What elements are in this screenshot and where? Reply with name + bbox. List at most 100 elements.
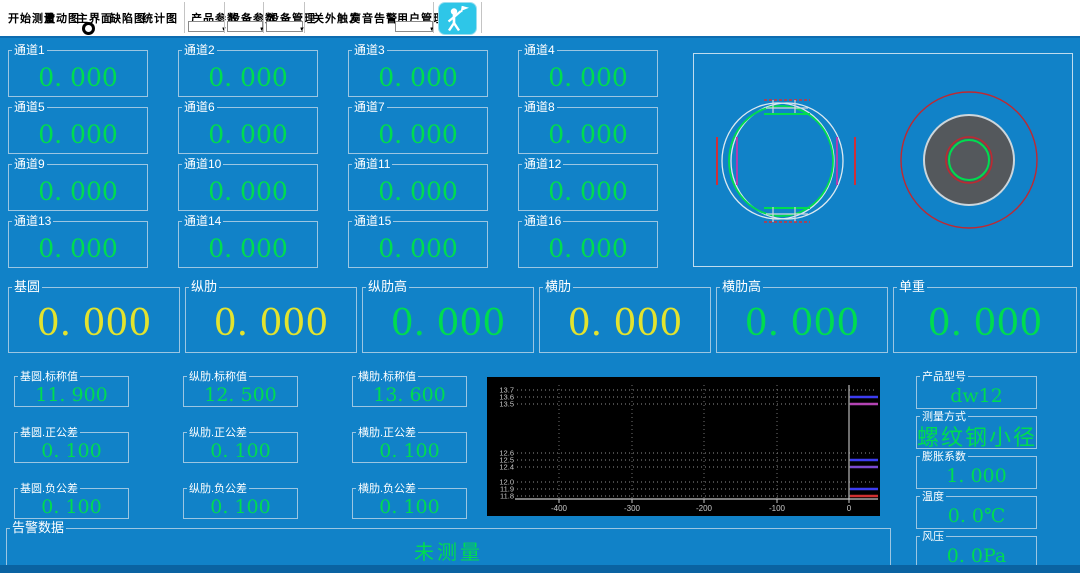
channel-value: 0. 000	[9, 51, 147, 96]
metric-value: 0. 000	[9, 288, 179, 352]
metric-label: 基圆	[12, 280, 42, 294]
svg-text:-100: -100	[769, 504, 786, 513]
param-box: 基圆.负公差0. 100	[14, 488, 129, 519]
channel-label: 通道5	[12, 100, 47, 114]
alarm-panel: 告警数据 未测量	[6, 528, 891, 566]
alarm-label: 告警数据	[10, 521, 66, 535]
param-box: 基圆.标称值11. 900	[14, 376, 129, 407]
channel-box: 通道50. 000	[8, 107, 148, 154]
toolbar-separator	[263, 2, 264, 33]
channel-value: 0. 000	[9, 165, 147, 210]
param-label: 纵肋.标称值	[187, 370, 249, 384]
channel-label: 通道16	[522, 214, 563, 228]
channel-value: 0. 000	[519, 165, 657, 210]
param-label: 纵肋.负公差	[187, 482, 249, 496]
channel-box: 通道30. 000	[348, 50, 488, 97]
channel-value: 0. 000	[179, 222, 317, 267]
channel-label: 通道14	[182, 214, 223, 228]
svg-text:-300: -300	[624, 504, 641, 513]
channel-box: 通道150. 000	[348, 221, 488, 268]
toolbar: 开始测量 波动图 主界面 缺陷图 统计图 产品参数 ▾ 设备参数 ▾ 设备管理 …	[0, 0, 1080, 38]
product-model-label: 产品型号	[920, 370, 968, 384]
channel-box: 通道80. 000	[518, 107, 658, 154]
channel-value: 0. 000	[9, 222, 147, 267]
device-manage-combo[interactable]: ▾	[266, 21, 303, 32]
channel-box: 通道130. 000	[8, 221, 148, 268]
svg-text:12.4: 12.4	[499, 463, 514, 472]
channel-value: 0. 000	[519, 222, 657, 267]
metric-box: 纵肋0. 000	[185, 287, 357, 353]
channel-label: 通道7	[352, 100, 387, 114]
metric-box: 纵肋高0. 000	[362, 287, 534, 353]
person-flag-icon-button[interactable]	[438, 2, 477, 35]
svg-text:13.5: 13.5	[499, 400, 514, 409]
metric-box: 单重0. 000	[893, 287, 1077, 353]
metric-value: 0. 000	[717, 288, 887, 352]
temperature-label: 温度	[920, 490, 946, 504]
metric-row: 基圆0. 000 纵肋0. 000 纵肋高0. 000 横肋0. 000 横肋高…	[8, 287, 1077, 353]
expansion-coeff-box: 膨胀系数1. 000	[916, 456, 1037, 489]
channel-label: 通道10	[182, 157, 223, 171]
menu-defect-chart[interactable]: 缺陷图	[110, 10, 146, 26]
channel-box: 通道70. 000	[348, 107, 488, 154]
concentric-gauge-diagram	[901, 92, 1037, 228]
param-label: 横肋.负公差	[356, 482, 418, 496]
channel-label: 通道12	[522, 157, 563, 171]
channel-label: 通道8	[522, 100, 557, 114]
channel-grid: 通道10. 000 通道20. 000 通道30. 000 通道40. 000 …	[8, 50, 658, 268]
channel-box: 通道120. 000	[518, 164, 658, 211]
channel-box: 通道10. 000	[8, 50, 148, 97]
metric-value: 0. 000	[540, 288, 710, 352]
channel-label: 通道4	[522, 43, 557, 57]
svg-text:0: 0	[847, 504, 852, 513]
bottom-strip	[0, 565, 1080, 573]
measure-status: 未测量	[7, 529, 890, 565]
param-box: 横肋.负公差0. 100	[352, 488, 467, 519]
person-with-flag-icon	[439, 3, 476, 34]
channel-label: 通道1	[12, 43, 47, 57]
svg-text:11.8: 11.8	[500, 492, 514, 501]
param-box: 横肋.标称值13. 600	[352, 376, 467, 407]
trend-chart: 13.7 13.6 13.5 12.6 12.5 12.4 12.0 11.9 …	[487, 377, 880, 516]
channel-value: 0. 000	[179, 108, 317, 153]
param-box: 横肋.正公差0. 100	[352, 432, 467, 463]
product-params-combo[interactable]: ▾	[188, 21, 225, 32]
metric-box: 横肋高0. 000	[716, 287, 888, 353]
channel-value: 0. 000	[349, 108, 487, 153]
channel-value: 0. 000	[519, 51, 657, 96]
param-label: 基圆.标称值	[18, 370, 80, 384]
channel-box: 通道110. 000	[348, 164, 488, 211]
channel-value: 0. 000	[349, 51, 487, 96]
product-info-panel: 产品型号dw12 测量方式螺纹钢小径 膨胀系数1. 000 温度0. 0℃ 风压…	[916, 376, 1037, 569]
menu-stats-chart[interactable]: 统计图	[142, 10, 178, 26]
active-page-indicator	[82, 22, 95, 35]
user-manage-combo[interactable]: ▾	[395, 21, 433, 32]
channel-value: 0. 000	[349, 222, 487, 267]
channel-label: 通道6	[182, 100, 217, 114]
param-box: 纵肋.负公差0. 100	[183, 488, 298, 519]
channel-value: 0. 000	[179, 165, 317, 210]
device-params-combo[interactable]: ▾	[227, 21, 263, 32]
channel-box: 通道60. 000	[178, 107, 318, 154]
menu-sound-alarm[interactable]: 声音告警	[350, 10, 398, 26]
chevron-down-icon: ▾	[299, 26, 303, 33]
channel-label: 通道3	[352, 43, 387, 57]
toolbar-separator	[481, 2, 482, 33]
param-label: 基圆.负公差	[18, 482, 80, 496]
menu-wave-chart[interactable]: 波动图	[44, 10, 80, 26]
trend-chart-panel: 13.7 13.6 13.5 12.6 12.5 12.4 12.0 11.9 …	[487, 377, 880, 516]
channel-value: 0. 000	[519, 108, 657, 153]
channel-box: 通道20. 000	[178, 50, 318, 97]
channel-label: 通道11	[352, 157, 392, 171]
param-label: 纵肋.正公差	[187, 426, 249, 440]
toolbar-separator	[304, 2, 305, 33]
metric-label: 纵肋高	[366, 280, 409, 294]
svg-text:-200: -200	[696, 504, 713, 513]
channel-label: 通道2	[182, 43, 217, 57]
channel-box: 通道160. 000	[518, 221, 658, 268]
metric-value: 0. 000	[363, 288, 533, 352]
expansion-coeff-label: 膨胀系数	[920, 450, 968, 464]
param-box: 纵肋.标称值12. 500	[183, 376, 298, 407]
channel-value: 0. 000	[9, 108, 147, 153]
toolbar-separator	[433, 2, 434, 33]
